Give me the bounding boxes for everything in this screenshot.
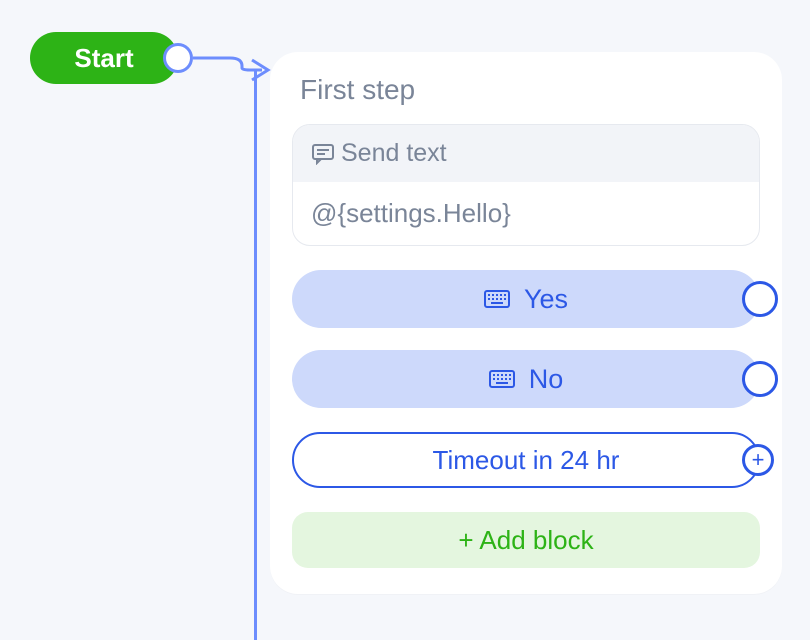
timeout-label: Timeout in 24 hr <box>433 445 620 476</box>
reply-button-yes[interactable]: Yes <box>292 270 760 328</box>
reply-label: Yes <box>524 284 568 315</box>
action-header-label: Send text <box>341 139 447 168</box>
reply-output-port[interactable] <box>742 361 778 397</box>
reply-label: No <box>529 364 564 395</box>
reply-button-no[interactable]: No <box>292 350 760 408</box>
timeout-output-port[interactable]: + <box>742 444 774 476</box>
start-node[interactable]: Start <box>30 32 178 84</box>
connector-vertical <box>254 70 257 640</box>
step-title: First step <box>292 74 760 106</box>
connector-start-to-step <box>190 48 280 88</box>
action-body[interactable]: @{settings.Hello} <box>293 182 759 245</box>
keyboard-icon <box>489 370 515 388</box>
plus-icon: + <box>752 449 765 471</box>
step-card: First step Send text @{settings.Hello} <box>270 52 782 594</box>
add-block-button[interactable]: + Add block <box>292 512 760 568</box>
reply-output-port[interactable] <box>742 281 778 317</box>
add-block-label: + Add block <box>458 525 593 556</box>
chat-bubble-icon <box>311 143 335 165</box>
start-output-port[interactable] <box>163 43 193 73</box>
timeout-button[interactable]: Timeout in 24 hr + <box>292 432 760 488</box>
keyboard-icon <box>484 290 510 308</box>
action-header: Send text <box>293 125 759 182</box>
action-block[interactable]: Send text @{settings.Hello} <box>292 124 760 246</box>
start-label: Start <box>74 43 133 74</box>
